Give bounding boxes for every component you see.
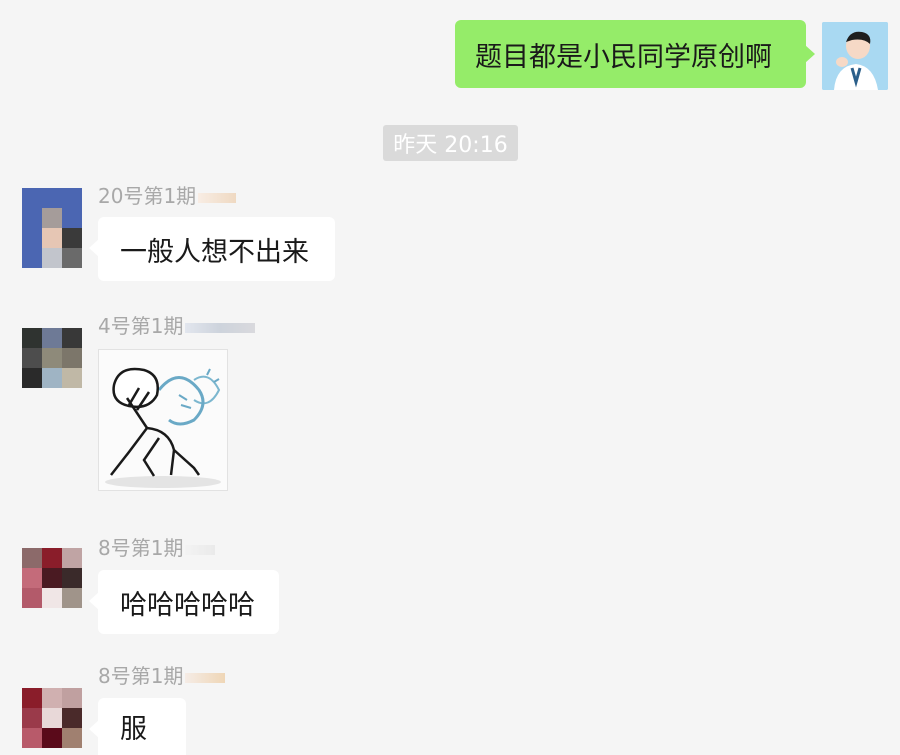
self-avatar[interactable]	[822, 22, 888, 90]
sender-name: 20号第1期	[98, 180, 237, 209]
message-bubble[interactable]: 服	[89, 698, 186, 755]
avatar[interactable]	[22, 188, 82, 268]
message-bubble[interactable]: 哈哈哈哈哈	[89, 570, 279, 634]
timestamp-divider: 昨天 20:16	[383, 125, 518, 161]
message-text: 服	[120, 714, 147, 745]
sent-message-text: 题目都是小民同学原创啊	[475, 41, 772, 73]
stick-figure-sticker-icon	[99, 350, 227, 490]
redacted-name-blur	[185, 672, 226, 683]
person-thinking-icon	[822, 22, 888, 90]
sender-name: 8号第1期	[98, 532, 216, 561]
message-bubble[interactable]: 一般人想不出来	[89, 217, 335, 281]
message-text: 哈哈哈哈哈	[120, 589, 255, 621]
redacted-name-blur	[198, 192, 237, 203]
sent-message-bubble[interactable]: 题目都是小民同学原创啊	[455, 20, 815, 88]
redacted-name-blur	[185, 544, 216, 555]
avatar[interactable]	[22, 688, 82, 755]
redacted-name-blur	[185, 322, 256, 333]
avatar[interactable]	[22, 548, 82, 628]
sender-name: 8号第1期	[98, 660, 226, 689]
avatar[interactable]	[22, 328, 82, 408]
sticker-message[interactable]	[98, 349, 228, 491]
message-text: 一般人想不出来	[120, 236, 309, 268]
sender-name: 4号第1期	[98, 310, 256, 339]
